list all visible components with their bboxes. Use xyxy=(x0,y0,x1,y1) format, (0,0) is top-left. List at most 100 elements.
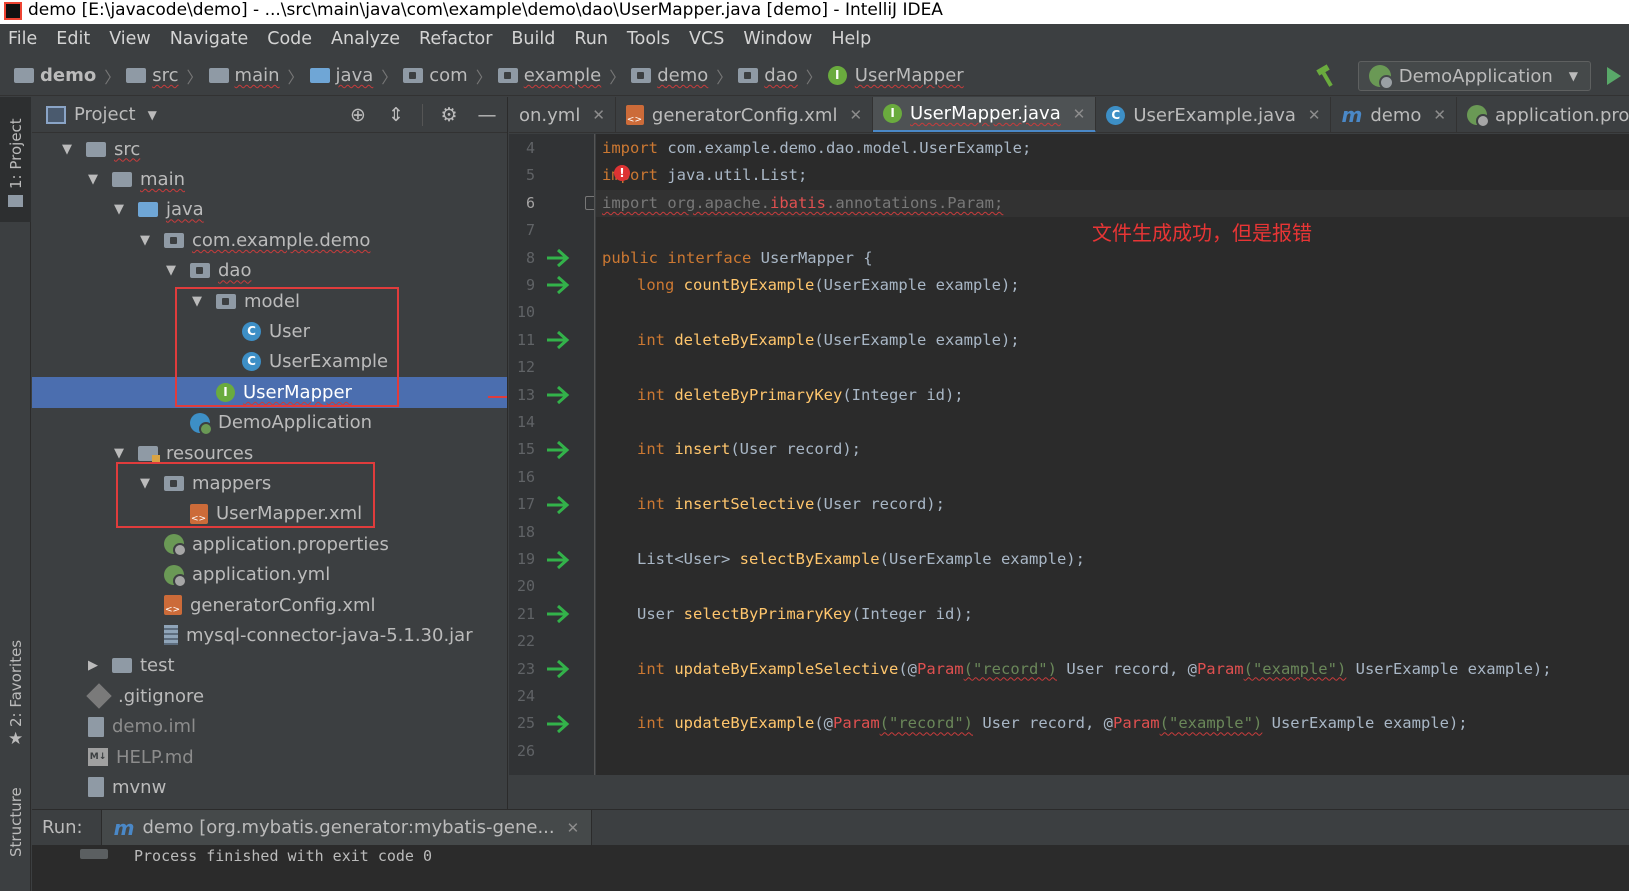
tree-item-application-yml[interactable]: application.yml xyxy=(32,559,507,589)
spring-config-icon xyxy=(1466,105,1490,128)
minimize-icon[interactable]: — xyxy=(475,103,499,127)
tab-userexample-java[interactable]: C UserExample.java ✕ xyxy=(1096,97,1332,132)
menu-build[interactable]: Build xyxy=(511,29,555,49)
tree-item-userexample[interactable]: C UserExample xyxy=(32,347,507,377)
navigate-to-implementation-icon[interactable] xyxy=(545,713,571,735)
menu-refactor[interactable]: Refactor xyxy=(419,29,492,49)
structure-tool-tab[interactable]: Structure xyxy=(0,777,31,891)
collapsed-arrow-icon[interactable]: ▶ xyxy=(86,658,100,673)
breadcrumb-demo[interactable]: demo 〉 xyxy=(14,64,120,88)
menu-code[interactable]: Code xyxy=(267,29,312,49)
navigate-to-implementation-icon[interactable] xyxy=(545,384,571,406)
close-icon[interactable]: ✕ xyxy=(592,106,605,124)
tree-item-model[interactable]: ▼ model xyxy=(32,286,507,316)
menu-edit[interactable]: Edit xyxy=(56,29,90,49)
navigate-to-implementation-icon[interactable] xyxy=(545,603,571,625)
close-icon[interactable]: ✕ xyxy=(1073,105,1086,123)
expanded-arrow-icon[interactable]: ▼ xyxy=(190,294,204,309)
package-icon xyxy=(216,293,236,309)
run-console[interactable]: Process finished with exit code 0 xyxy=(32,845,1629,891)
run-configuration-select[interactable]: DemoApplication ▼ xyxy=(1357,61,1591,91)
build-hammer-icon[interactable] xyxy=(1314,63,1340,89)
project-panel-title[interactable]: Project xyxy=(74,104,136,125)
tree-item-label: generatorConfig.xml xyxy=(190,594,376,616)
tree-item-application-properties[interactable]: application.properties xyxy=(32,529,507,559)
tree-item-usermapper-xml[interactable]: UserMapper.xml xyxy=(32,499,507,529)
tab-application-yml[interactable]: on.yml ✕ xyxy=(509,97,616,132)
tree-item-dao[interactable]: ▼ dao xyxy=(32,256,507,286)
close-icon[interactable]: ✕ xyxy=(849,106,862,124)
expanded-arrow-icon[interactable]: ▼ xyxy=(112,202,126,217)
breadcrumb-demo-package[interactable]: demo 〉 xyxy=(631,64,732,88)
tree-item-generatorconfig-xml[interactable]: generatorConfig.xml xyxy=(32,590,507,620)
expanded-arrow-icon[interactable]: ▼ xyxy=(138,476,152,491)
tab-usermapper-java[interactable]: I UserMapper.java ✕ xyxy=(873,97,1097,132)
tree-item-usermapper[interactable]: I UserMapper xyxy=(32,377,507,408)
rerun-icon[interactable] xyxy=(80,849,108,859)
folder-icon xyxy=(112,658,132,674)
tree-item-mappers[interactable]: ▼ mappers xyxy=(32,468,507,498)
expanded-arrow-icon[interactable]: ▼ xyxy=(112,446,126,461)
breadcrumb-src[interactable]: src 〉 xyxy=(126,64,203,88)
tree-item-java[interactable]: ▼ java xyxy=(32,195,507,225)
navigate-to-implementation-icon[interactable] xyxy=(545,274,571,296)
tree-item-main[interactable]: ▼ main xyxy=(32,164,507,194)
navigate-to-implementation-icon[interactable] xyxy=(545,329,571,351)
tree-item-src[interactable]: ▼ src xyxy=(32,134,507,164)
breadcrumb-dao[interactable]: dao 〉 xyxy=(738,64,822,88)
gear-icon[interactable]: ⚙ xyxy=(437,103,461,127)
navigate-to-implementation-icon[interactable] xyxy=(545,494,571,516)
expanded-arrow-icon[interactable]: ▼ xyxy=(86,172,100,187)
close-icon[interactable]: ✕ xyxy=(1433,106,1446,124)
error-annotation-text: 文件生成成功，但是报错 xyxy=(1092,221,1312,245)
collapse-all-icon[interactable]: ⇕ xyxy=(384,103,408,127)
fold-icon[interactable] xyxy=(585,196,594,210)
tree-item-gitignore[interactable]: .gitignore xyxy=(32,681,507,711)
tree-item-resources[interactable]: ▼ resources xyxy=(32,438,507,468)
menu-analyze[interactable]: Analyze xyxy=(331,29,400,49)
menu-help[interactable]: Help xyxy=(831,29,871,49)
close-icon[interactable]: ✕ xyxy=(1308,106,1321,124)
tree-item-com-example-demo[interactable]: ▼ com.example.demo xyxy=(32,225,507,255)
menu-vcs[interactable]: VCS xyxy=(689,29,724,49)
expanded-arrow-icon[interactable]: ▼ xyxy=(164,263,178,278)
expanded-arrow-icon[interactable]: ▼ xyxy=(138,233,152,248)
run-icon[interactable] xyxy=(1607,67,1621,85)
menu-tools[interactable]: Tools xyxy=(627,29,670,49)
breadcrumb-com[interactable]: com 〉 xyxy=(403,64,492,88)
tree-item-mvnw[interactable]: mvnw xyxy=(32,772,507,802)
tree-item-demo-iml[interactable]: demo.iml xyxy=(32,711,507,741)
navigate-to-implementation-icon[interactable] xyxy=(545,247,571,269)
tree-item-test[interactable]: ▶ test xyxy=(32,651,507,681)
tree-item-user[interactable]: C User xyxy=(32,316,507,346)
menu-file[interactable]: File xyxy=(8,29,37,49)
navigate-to-implementation-icon[interactable] xyxy=(545,439,571,461)
tab-generatorconfig-xml[interactable]: generatorConfig.xml ✕ xyxy=(616,97,874,132)
menu-navigate[interactable]: Navigate xyxy=(170,29,249,49)
breadcrumb-example[interactable]: example 〉 xyxy=(497,64,625,88)
tab-application-properties[interactable]: application.prope xyxy=(1457,97,1629,132)
menu-run[interactable]: Run xyxy=(574,29,608,49)
tab-demo-pom[interactable]: m demo ✕ xyxy=(1331,97,1457,132)
locate-target-icon[interactable]: ⊕ xyxy=(346,103,370,127)
line-number: 4 xyxy=(525,139,535,157)
run-tab-demo[interactable]: m demo [org.mybatis.generator:mybatis-ge… xyxy=(100,809,593,846)
tree-item-help-md[interactable]: M↓ HELP.md xyxy=(32,742,507,772)
code-token: (User record); xyxy=(814,495,945,514)
tree-item-demoapplication[interactable]: DemoApplication xyxy=(32,408,507,438)
navigate-to-implementation-icon[interactable] xyxy=(545,549,571,571)
tree-item-mysql-connector-jar[interactable]: mysql-connector-java-5.1.30.jar xyxy=(32,620,507,650)
navigate-to-implementation-icon[interactable] xyxy=(545,658,571,680)
keyword-token: import xyxy=(602,166,658,185)
menu-window[interactable]: Window xyxy=(743,29,812,49)
favorites-tool-tab[interactable]: 2: Favorites ★ xyxy=(0,637,31,757)
breadcrumb-java[interactable]: java 〉 xyxy=(309,64,397,88)
project-tool-tab[interactable]: 1: Project xyxy=(0,97,31,222)
expanded-arrow-icon[interactable]: ▼ xyxy=(60,142,74,157)
error-bulb-icon[interactable]: ! xyxy=(614,165,630,181)
breadcrumb-usermapper[interactable]: I UserMapper xyxy=(827,65,964,86)
breadcrumb-main[interactable]: main 〉 xyxy=(208,64,304,88)
close-icon[interactable]: ✕ xyxy=(567,819,580,837)
chevron-down-icon[interactable]: ▼ xyxy=(148,108,157,122)
menu-view[interactable]: View xyxy=(109,29,151,49)
